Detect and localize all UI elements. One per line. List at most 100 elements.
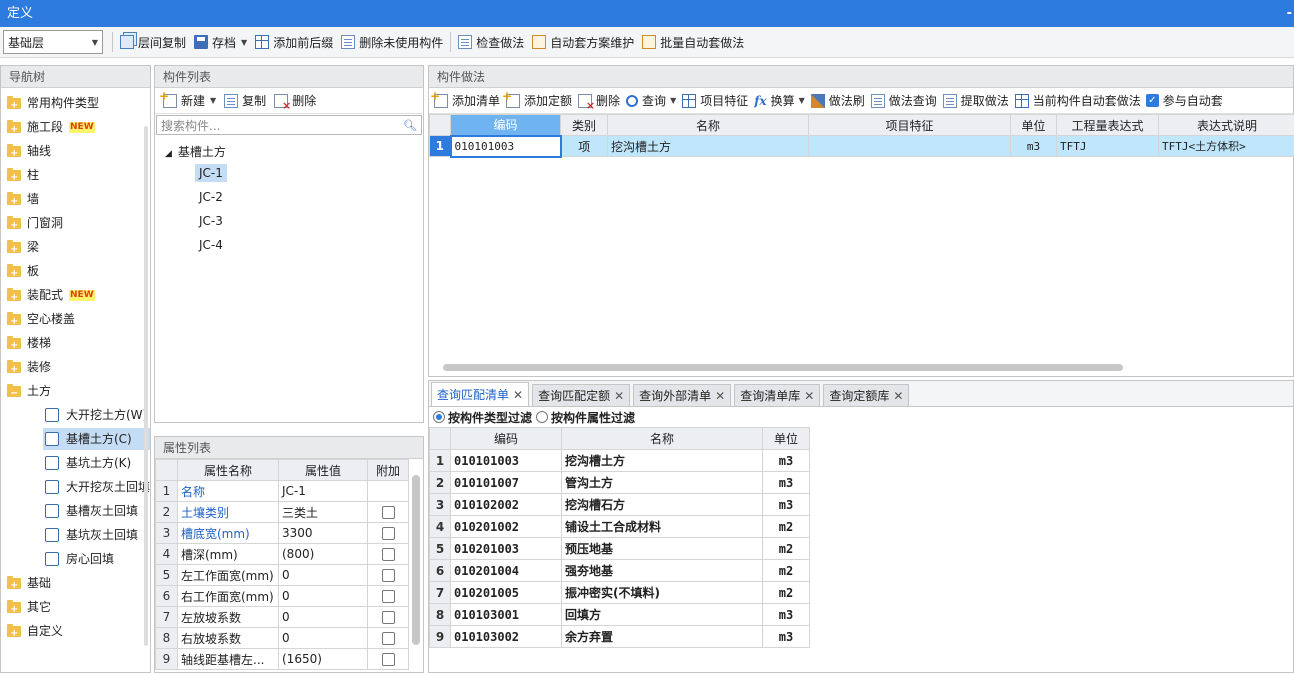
query-name-cell[interactable]: 回填方 <box>561 603 763 626</box>
query-row[interactable]: 8 010103001 回填方 m3 <box>429 603 810 626</box>
query-name-cell[interactable]: 铺设土工合成材料 <box>561 515 763 538</box>
query-row[interactable]: 9 010103002 余方弃置 m3 <box>429 625 810 648</box>
query-code-cell[interactable]: 010201004 <box>450 559 562 582</box>
query-code-cell[interactable]: 010103001 <box>450 603 562 626</box>
item-feature-button[interactable]: 项目特征 <box>679 89 751 113</box>
archive-button[interactable]: 存档 ▼ <box>190 30 251 54</box>
delete-component-button[interactable]: 删除 <box>270 89 320 113</box>
query-row[interactable]: 1 010101003 挖沟槽土方 m3 <box>429 449 810 472</box>
query-code-cell[interactable]: 010201005 <box>450 581 562 604</box>
floor-copy-button[interactable]: 层间复制 <box>116 30 190 54</box>
query-name-cell[interactable]: 余方弃置 <box>561 625 763 648</box>
component-item[interactable]: JC-1 <box>195 164 227 182</box>
close-icon[interactable]: ✕ <box>614 389 624 403</box>
attribute-row[interactable]: 5 左工作面宽(mm) 0 <box>155 564 409 586</box>
minimize-button[interactable]: - <box>1287 0 1292 27</box>
method-desc-cell[interactable]: TFTJ<土方体积> <box>1158 135 1294 157</box>
query-header-unit[interactable]: 单位 <box>762 427 810 450</box>
nav-subitem[interactable]: 基槽灰土回填 <box>43 500 140 522</box>
attribute-row[interactable]: 1 名称 JC-1 <box>155 480 409 502</box>
query-tab[interactable]: 查询匹配清单 ✕ <box>431 382 530 406</box>
nav-item[interactable]: 墙 <box>7 188 39 213</box>
nav-subitem[interactable]: 房心回填 <box>43 548 116 570</box>
component-group[interactable]: ◢ 基槽土方 <box>165 143 226 160</box>
attribute-row[interactable]: 3 槽底宽(mm) 3300 <box>155 522 409 544</box>
query-name-cell[interactable]: 强夯地基 <box>561 559 763 582</box>
method-row[interactable]: 1 010101003 项 挖沟槽土方 m3 TFTJ TFTJ<土方体积> <box>429 134 1294 158</box>
new-component-button[interactable]: 新建 ▼ <box>159 89 220 113</box>
checkbox[interactable] <box>381 569 395 582</box>
nav-subitem[interactable]: 大开挖灰土回填 <box>43 476 152 498</box>
query-code-cell[interactable]: 010101007 <box>450 471 562 494</box>
checkbox[interactable] <box>381 632 395 645</box>
checkbox[interactable] <box>381 590 395 603</box>
method-header-name[interactable]: 名称 <box>607 114 809 136</box>
query-button[interactable]: 查询 ▼ <box>623 89 679 113</box>
floor-select[interactable]: 基础层 ▼ <box>3 30 103 54</box>
checkbox[interactable] <box>381 653 395 666</box>
close-icon[interactable]: ✕ <box>513 388 523 402</box>
attribute-row[interactable]: 7 左放坡系数 0 <box>155 606 409 628</box>
nav-item[interactable]: 空心楼盖 <box>7 308 75 333</box>
attr-value-cell[interactable]: 0 <box>278 627 368 649</box>
component-item[interactable]: JC-4 <box>195 236 227 254</box>
query-unit-cell[interactable]: m2 <box>762 537 810 560</box>
method-query-button[interactable]: 做法查询 <box>868 89 940 113</box>
query-code-cell[interactable]: 010102002 <box>450 493 562 516</box>
query-unit-cell[interactable]: m2 <box>762 515 810 538</box>
nav-subitem[interactable]: 大开挖土方(W) <box>43 404 149 426</box>
convert-button[interactable]: fx 换算 ▼ <box>751 89 808 113</box>
current-auto-method-button[interactable]: 当前构件自动套做法 <box>1012 89 1144 113</box>
close-icon[interactable]: ✕ <box>804 389 814 403</box>
attribute-row[interactable]: 8 右放坡系数 0 <box>155 627 409 649</box>
query-tab[interactable]: 查询清单库 ✕ <box>734 384 821 406</box>
query-code-cell[interactable]: 010201002 <box>450 515 562 538</box>
method-code-cell[interactable]: 010101003 <box>449 134 562 158</box>
query-unit-cell[interactable]: m3 <box>762 449 810 472</box>
query-unit-cell[interactable]: m3 <box>762 625 810 648</box>
nav-item[interactable]: 轴线 <box>7 140 51 165</box>
attr-value-cell[interactable]: 0 <box>278 564 368 586</box>
nav-item[interactable]: 自定义 <box>7 620 63 645</box>
query-name-cell[interactable]: 挖沟槽石方 <box>561 493 763 516</box>
method-name-cell[interactable]: 挖沟槽土方 <box>607 135 809 157</box>
query-tab[interactable]: 查询匹配定额 ✕ <box>532 384 631 406</box>
method-header-type[interactable]: 类别 <box>560 114 608 136</box>
add-prefix-suffix-button[interactable]: 添加前后缀 <box>251 30 337 54</box>
method-header-feature[interactable]: 项目特征 <box>808 114 1011 136</box>
query-name-cell[interactable]: 挖沟槽土方 <box>561 449 763 472</box>
query-header-code[interactable]: 编码 <box>450 427 562 450</box>
nav-item[interactable]: 柱 <box>7 164 39 189</box>
query-tab[interactable]: 查询外部清单 ✕ <box>633 384 732 406</box>
checkbox[interactable] <box>381 548 395 561</box>
query-unit-cell[interactable]: m2 <box>762 581 810 604</box>
query-code-cell[interactable]: 010101003 <box>450 449 562 472</box>
copy-component-button[interactable]: 复制 <box>220 89 270 113</box>
query-header-name[interactable]: 名称 <box>561 427 763 450</box>
add-bill-button[interactable]: 添加清单 <box>430 89 503 113</box>
method-header-desc[interactable]: 表达式说明 <box>1158 114 1294 136</box>
method-scrollbar[interactable] <box>443 364 1123 371</box>
attribute-row[interactable]: 9 轴线距基槽左... (1650) <box>155 648 409 670</box>
query-unit-cell[interactable]: m3 <box>762 603 810 626</box>
method-header-code[interactable]: 编码 <box>450 114 561 136</box>
method-brush-button[interactable]: 做法刷 <box>808 89 868 113</box>
method-expr-cell[interactable]: TFTJ <box>1056 135 1159 157</box>
nav-item[interactable]: 门窗洞 <box>7 212 63 237</box>
nav-item[interactable]: 基础 <box>7 572 51 597</box>
query-code-cell[interactable]: 010103002 <box>450 625 562 648</box>
method-type-cell[interactable]: 项 <box>560 135 608 157</box>
checkbox[interactable] <box>381 506 395 519</box>
nav-item[interactable]: 常用构件类型 <box>7 92 99 117</box>
method-header-expr[interactable]: 工程量表达式 <box>1056 114 1159 136</box>
auto-scheme-button[interactable]: 自动套方案维护 <box>528 30 638 54</box>
attr-value-cell[interactable]: (1650) <box>278 648 368 670</box>
attribute-row[interactable]: 2 土壤类别 三类土 <box>155 501 409 523</box>
checkbox[interactable] <box>381 527 395 540</box>
nav-scrollbar[interactable] <box>144 126 148 646</box>
query-unit-cell[interactable]: m2 <box>762 559 810 582</box>
attr-value-cell[interactable]: (800) <box>278 543 368 565</box>
query-name-cell[interactable]: 预压地基 <box>561 537 763 560</box>
nav-item[interactable]: 梁 <box>7 236 39 261</box>
delete-unused-button[interactable]: 删除未使用构件 <box>337 30 447 54</box>
